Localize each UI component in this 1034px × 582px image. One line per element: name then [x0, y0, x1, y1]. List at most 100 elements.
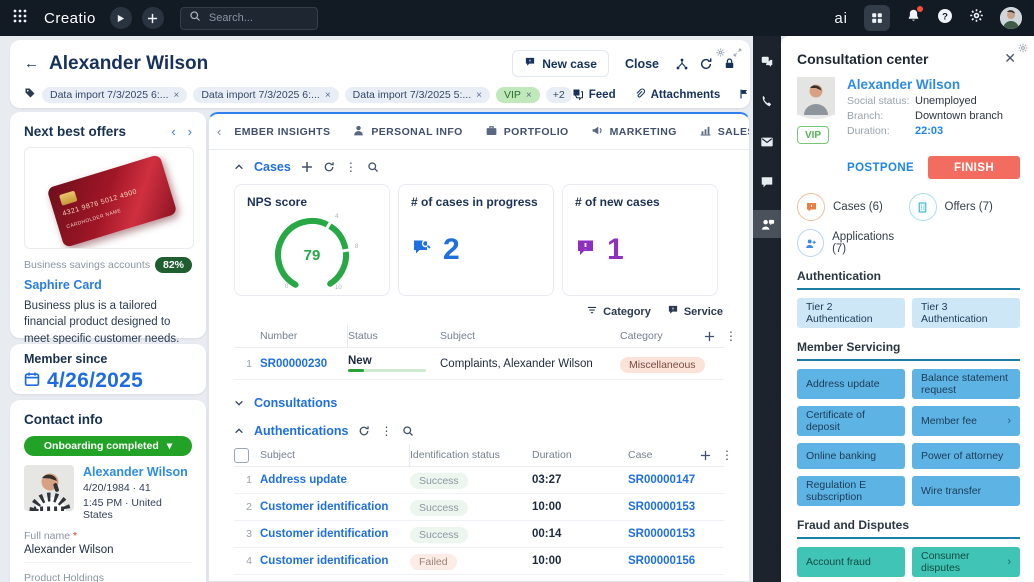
auth-row[interactable]: 1 Address update Success 03:27 SR0000014… [234, 467, 724, 494]
panel-settings-gear-icon[interactable] [1018, 40, 1028, 58]
cases-section-title[interactable]: Cases [254, 160, 291, 174]
online-banking-button[interactable]: Online banking [797, 443, 905, 469]
col-category[interactable]: Category [620, 325, 704, 347]
auth-case-link[interactable]: SR00000153 [628, 501, 700, 513]
consumer-disputes-button[interactable]: Consumer disputes› [912, 547, 1020, 577]
back-arrow-icon[interactable]: ← [24, 55, 39, 72]
remove-tag-icon[interactable]: × [476, 90, 482, 101]
process-map-icon[interactable] [675, 57, 689, 71]
col-status[interactable]: Status [348, 325, 440, 347]
page-settings-gear-icon[interactable] [716, 44, 725, 62]
full-name-value[interactable]: Alexander Wilson [24, 544, 192, 563]
auth-row[interactable]: 4 Customer identification Failed 10:00 S… [234, 548, 724, 575]
case-row[interactable]: 1 SR00000230 New Complaints, Alexander W… [234, 348, 724, 380]
applications-link[interactable]: Applications (7) [797, 229, 909, 257]
postpone-button[interactable]: POSTPONE [847, 162, 914, 174]
onboarding-status-button[interactable]: Onboarding completed ▾ [24, 436, 192, 456]
tag-icon[interactable] [24, 86, 36, 104]
agent-desktop-icon[interactable] [753, 210, 781, 238]
col-subject[interactable]: Subject [260, 444, 410, 466]
tab-personal-info[interactable]: PERSONAL INFO [341, 114, 473, 149]
kebab-menu-icon[interactable]: ⋮ [721, 449, 733, 461]
auth-row[interactable]: 2 Customer identification Success 10:00 … [234, 494, 724, 521]
tabs-scroll-left-icon[interactable]: ‹ [215, 124, 223, 139]
auth-case-link[interactable]: SR00000147 [628, 474, 700, 486]
remove-tag-icon[interactable]: × [173, 90, 179, 101]
address-update-button[interactable]: Address update [797, 369, 905, 399]
chat-icon[interactable] [753, 168, 781, 196]
kebab-menu-icon[interactable]: ⋮ [345, 161, 357, 173]
auth-subject-link[interactable]: Customer identification [260, 501, 410, 513]
select-all-checkbox[interactable] [234, 448, 249, 463]
offers-link[interactable]: Offers (7) [909, 193, 1021, 221]
tab-member-insights[interactable]: EMBER INSIGHTS [223, 114, 341, 149]
help-icon[interactable]: ? [937, 8, 953, 29]
email-icon[interactable] [753, 128, 781, 156]
col-number[interactable]: Number [260, 325, 348, 347]
power-of-attorney-button[interactable]: Power of attorney [912, 443, 1020, 469]
run-process-button[interactable] [110, 7, 132, 29]
col-case[interactable]: Case [628, 444, 700, 466]
search-icon[interactable] [402, 425, 414, 437]
search-icon[interactable] [367, 161, 379, 173]
apps-grid-icon[interactable] [12, 8, 28, 29]
remove-tag-icon[interactable]: × [325, 90, 331, 101]
add-column-icon[interactable] [704, 331, 715, 342]
user-avatar[interactable] [1000, 7, 1022, 29]
tab-portfolio[interactable]: PORTFOLIO [474, 114, 580, 149]
phone-icon[interactable] [753, 88, 781, 116]
finish-button[interactable]: FINISH [928, 156, 1020, 179]
member-fee-button[interactable]: Member fee› [912, 406, 1020, 436]
regulation-e-subscription-button[interactable]: Regulation E subscription [797, 476, 905, 506]
tag-chip[interactable]: Data import 7/3/2025 6:...× [193, 87, 338, 103]
col-duration[interactable]: Duration [532, 444, 628, 466]
close-button[interactable]: Close [619, 53, 665, 75]
category-filter[interactable]: Category [586, 304, 651, 319]
contact-name-link[interactable]: Alexander Wilson [83, 465, 192, 479]
prev-offer-icon[interactable]: ‹ [171, 124, 175, 139]
certificate-of-deposit-button[interactable]: Certificate of deposit [797, 406, 905, 436]
service-filter[interactable]: Service [667, 304, 723, 319]
settings-gear-icon[interactable] [969, 8, 984, 28]
consultations-section-title[interactable]: Consultations [254, 396, 337, 410]
auth-subject-link[interactable]: Customer identification [260, 555, 410, 567]
authentications-section-title[interactable]: Authentications [254, 424, 348, 438]
auth-case-link[interactable]: SR00000153 [628, 528, 700, 540]
auth-case-link[interactable]: SR00000156 [628, 555, 700, 567]
case-number-link[interactable]: SR00000230 [260, 358, 348, 370]
wire-transfer-button[interactable]: Wire transfer [912, 476, 1020, 506]
kebab-menu-icon[interactable]: ⋮ [725, 330, 737, 342]
refresh-icon[interactable] [323, 161, 335, 173]
ai-logo[interactable]: ai [834, 10, 848, 27]
next-offer-icon[interactable]: › [188, 124, 192, 139]
search-input[interactable] [207, 11, 301, 25]
tier2-authentication-button[interactable]: Tier 2 Authentication [797, 298, 905, 328]
add-case-icon[interactable] [301, 161, 313, 173]
balance-statement-request-button[interactable]: Balance statement request [912, 369, 1020, 399]
feed-link[interactable]: Feed [572, 88, 616, 103]
tier3-authentication-button[interactable]: Tier 3 Authentication [912, 298, 1020, 328]
col-identification-status[interactable]: Identification status [410, 444, 532, 466]
add-new-button[interactable] [142, 7, 164, 29]
new-case-button[interactable]: New case [512, 50, 609, 77]
tag-chip[interactable]: Data import 7/3/2025 5:...× [345, 87, 490, 103]
panels-toggle-button[interactable] [864, 5, 890, 31]
auth-subject-link[interactable]: Customer identification [260, 528, 410, 540]
collapse-up-icon[interactable] [234, 162, 244, 172]
collapse-down-icon[interactable] [234, 398, 244, 408]
auth-row[interactable]: 3 Customer identification Success 00:14 … [234, 521, 724, 548]
tab-sales[interactable]: SALES [688, 114, 750, 149]
collapse-up-icon[interactable] [234, 426, 244, 436]
tag-chip-vip[interactable]: VIP× [496, 87, 540, 103]
tag-chip[interactable]: Data import 7/3/2025 6:...× [42, 87, 187, 103]
account-fraud-button[interactable]: Account fraud [797, 547, 905, 577]
remove-tag-icon[interactable]: × [526, 90, 532, 101]
tab-marketing[interactable]: MARKETING [580, 114, 688, 149]
more-tags-chip[interactable]: +2 [546, 87, 572, 103]
kebab-menu-icon[interactable]: ⋮ [380, 425, 392, 437]
auth-subject-link[interactable]: Address update [260, 474, 410, 486]
consultation-name-link[interactable]: Alexander Wilson [847, 77, 1020, 92]
offer-product-link[interactable]: Saphire Card [24, 278, 192, 292]
add-column-icon[interactable] [700, 450, 711, 461]
refresh-icon[interactable] [358, 425, 370, 437]
